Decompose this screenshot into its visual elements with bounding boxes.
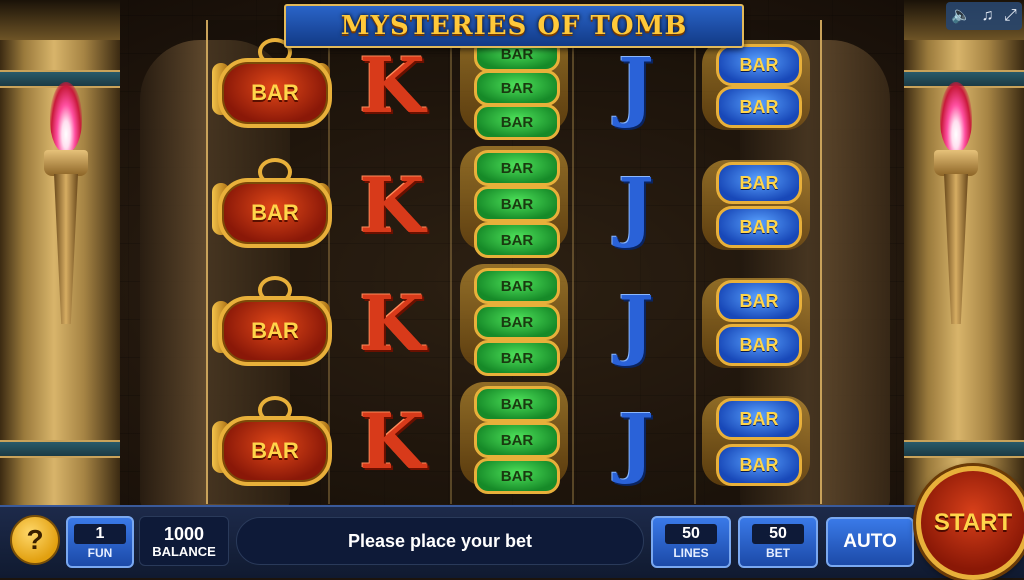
music-icon[interactable]: ♫ bbox=[982, 8, 994, 24]
bar-blue-symbol: BAR bbox=[716, 162, 802, 204]
bar-green-symbol: BAR bbox=[474, 222, 560, 258]
game-title: MYSTERIES OF TOMB bbox=[340, 11, 688, 41]
bar-green-symbol: BAR bbox=[474, 104, 560, 140]
fun-selector[interactable]: 1 FUN bbox=[66, 516, 134, 568]
lines-selector[interactable]: 50 LINES bbox=[651, 516, 731, 568]
k-symbol: K bbox=[358, 160, 426, 250]
j-symbol: J bbox=[618, 40, 654, 130]
bar-label: BAR bbox=[218, 178, 332, 248]
pillar-band bbox=[904, 70, 1024, 88]
bar-blue-symbol: BAR bbox=[716, 324, 802, 366]
k-symbol: K bbox=[358, 278, 426, 368]
pillar-band bbox=[0, 440, 120, 458]
bar-green-symbol: BAR bbox=[474, 386, 560, 422]
torch-stick bbox=[54, 174, 78, 324]
pillar-band bbox=[904, 440, 1024, 458]
start-button[interactable]: START bbox=[916, 466, 1024, 580]
flame-icon bbox=[50, 82, 82, 152]
reel-3: BAR BAR BAR BAR BAR BAR BAR BAR BAR BAR … bbox=[454, 20, 574, 504]
bar-red-symbol: BAR bbox=[212, 396, 332, 486]
bar-red-symbol: BAR bbox=[212, 38, 332, 128]
bar-label: BAR bbox=[218, 416, 332, 486]
system-controls: 🔈 ♫ ⤢ bbox=[946, 2, 1022, 30]
bar-green-symbol: BAR bbox=[474, 70, 560, 106]
fun-label: FUN bbox=[87, 546, 113, 560]
torch-left bbox=[36, 82, 96, 324]
sound-icon[interactable]: 🔈 bbox=[951, 8, 971, 24]
bet-label: BET bbox=[766, 546, 790, 560]
bar-green-symbol: BAR bbox=[474, 304, 560, 340]
bar-blue-symbol: BAR bbox=[716, 206, 802, 248]
bar-green-symbol: BAR bbox=[474, 422, 560, 458]
bar-green-symbol: BAR bbox=[474, 150, 560, 186]
j-symbol: J bbox=[618, 278, 654, 368]
bar-blue-symbol: BAR bbox=[716, 444, 802, 486]
flame-icon bbox=[940, 82, 972, 152]
torch-stick bbox=[944, 174, 968, 324]
bar-green-symbol: BAR bbox=[474, 268, 560, 304]
torch-cup bbox=[44, 150, 88, 176]
j-symbol: J bbox=[618, 160, 654, 250]
bar-blue-symbol: BAR bbox=[716, 86, 802, 128]
auto-button[interactable]: AUTO bbox=[826, 517, 914, 567]
reel-2: K K K K bbox=[332, 20, 452, 504]
bar-green-symbol: BAR bbox=[474, 458, 560, 494]
bar-label: BAR bbox=[218, 296, 332, 366]
torch-cup bbox=[934, 150, 978, 176]
bet-selector[interactable]: 50 BET bbox=[738, 516, 818, 568]
reel-4: J J J J bbox=[576, 20, 696, 504]
title-banner: MYSTERIES OF TOMB bbox=[284, 4, 744, 48]
bar-blue-symbol: BAR bbox=[716, 280, 802, 322]
fullscreen-icon[interactable]: ⤢ bbox=[1004, 8, 1017, 24]
bar-red-symbol: BAR bbox=[212, 276, 332, 366]
help-button[interactable]: ? bbox=[10, 515, 60, 565]
balance-value: 1000 bbox=[163, 523, 205, 544]
k-symbol: K bbox=[358, 396, 426, 486]
bet-value: 50 bbox=[752, 524, 804, 544]
reel-5: BAR BAR BAR BAR BAR BAR BAR BAR bbox=[698, 20, 818, 504]
bar-red-symbol: BAR bbox=[212, 158, 332, 248]
bar-green-symbol: BAR bbox=[474, 340, 560, 376]
k-symbol: K bbox=[358, 40, 426, 130]
bar-green-symbol: BAR bbox=[474, 186, 560, 222]
lines-label: LINES bbox=[673, 546, 709, 560]
bar-blue-symbol: BAR bbox=[716, 398, 802, 440]
reel-1: BAR BAR BAR BAR bbox=[210, 20, 332, 504]
reel-area: BAR BAR BAR BAR K K K K BAR BAR BAR BAR … bbox=[206, 20, 822, 504]
lines-value: 50 bbox=[665, 524, 717, 544]
fun-value: 1 bbox=[74, 524, 126, 544]
torch-right bbox=[926, 82, 986, 324]
status-message: Please place your bet bbox=[236, 517, 644, 565]
balance-label: BALANCE bbox=[152, 543, 216, 559]
bar-label: BAR bbox=[218, 58, 332, 128]
j-symbol: J bbox=[618, 396, 654, 486]
balance-display: 1000 BALANCE bbox=[139, 516, 229, 566]
bar-blue-symbol: BAR bbox=[716, 44, 802, 86]
